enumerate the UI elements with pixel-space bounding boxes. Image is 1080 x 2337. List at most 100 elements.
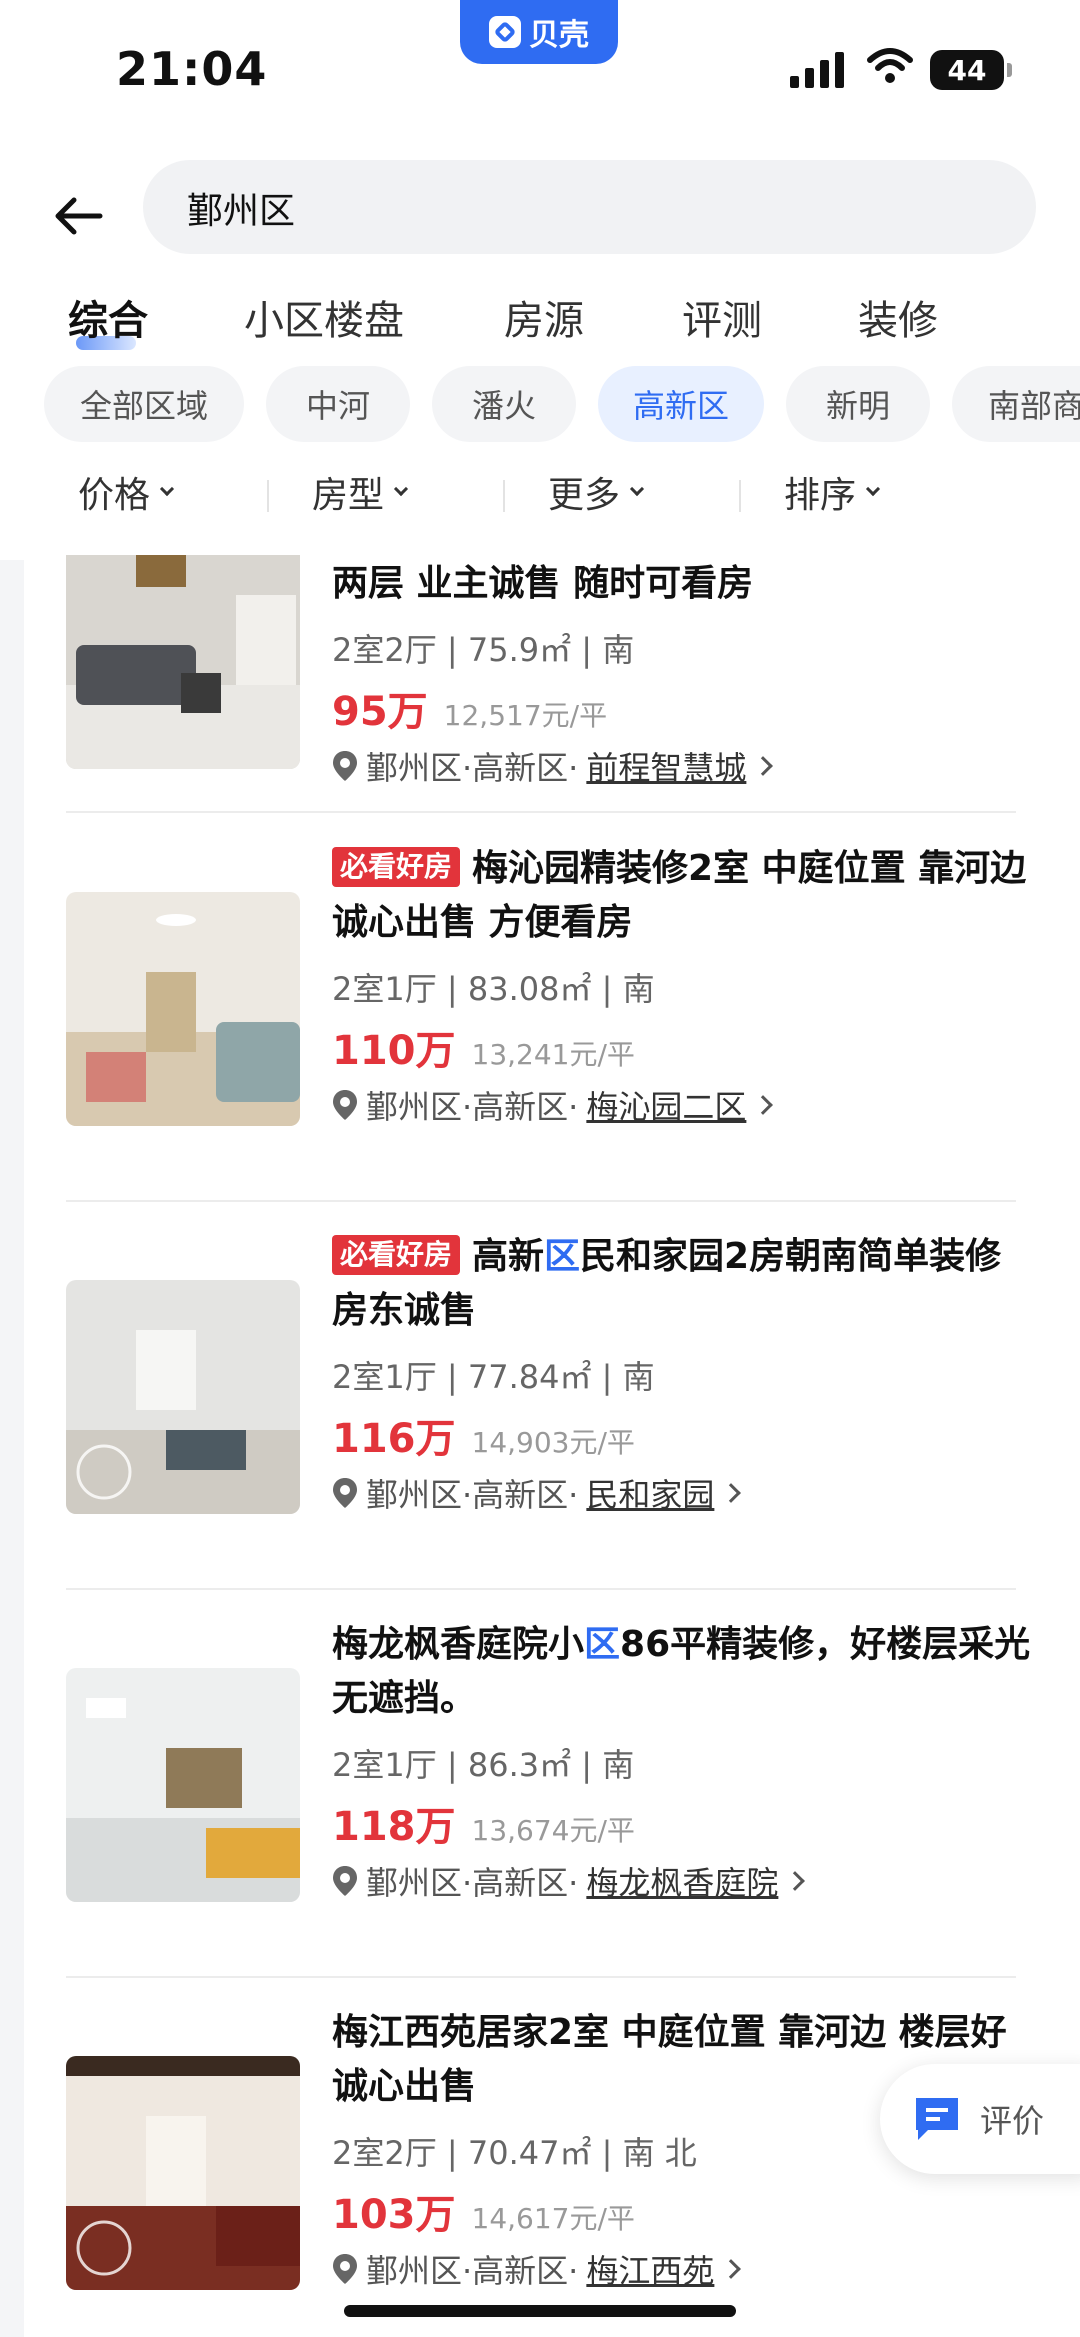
- chevron-down-icon: [629, 481, 645, 497]
- app-return-pill[interactable]: 贝壳: [460, 0, 618, 64]
- listing-total-price: 116万: [332, 1416, 456, 1462]
- filter-layout-label: 房型: [312, 475, 385, 516]
- listing-title: 必看好房 梅沁园精装修2室 中庭位置 靠河边 诚心出售 方便看房: [332, 842, 1032, 950]
- filter-more[interactable]: 更多: [548, 466, 645, 518]
- evaluate-label: 评价: [980, 2102, 1045, 2140]
- listing-unit-price: 12,517元/平: [443, 699, 608, 732]
- chip-zhonghe[interactable]: 中河: [266, 366, 410, 442]
- divider: [267, 480, 269, 512]
- listing-meta: 2室1厅 | 86.3㎡ | 南: [332, 1746, 635, 1784]
- search-query: 鄞州区: [187, 191, 296, 232]
- filter-price-label: 价格: [78, 475, 151, 516]
- divider: [66, 1976, 1016, 1978]
- comment-icon: [916, 2098, 958, 2140]
- search-input[interactable]: 鄞州区: [143, 160, 1036, 254]
- listing-location: 鄞州区·高新区· 梅江西苑: [332, 2246, 742, 2292]
- listing-item[interactable]: 必看好房 梅沁园精装修2室 中庭位置 靠河边 诚心出售 方便看房 2室1厅 | 8…: [24, 842, 1080, 1230]
- filter-bar: 价格 房型 更多 排序: [0, 466, 1080, 526]
- chip-south-business[interactable]: 南部商: [952, 366, 1080, 442]
- evaluate-button[interactable]: 评价: [880, 2064, 1080, 2174]
- divider: [66, 1200, 1016, 1202]
- listing-meta: 2室2厅 | 75.9㎡ | 南: [332, 631, 635, 669]
- community-link[interactable]: 梅江西苑: [586, 2246, 714, 2292]
- chevron-right-icon: [785, 1871, 806, 1891]
- living-room-photo-icon: [66, 2056, 300, 2290]
- listing-district: 鄞州区·高新区·: [366, 1864, 579, 1902]
- back-arrow-icon[interactable]: [48, 186, 108, 246]
- listing-district: 鄞州区·高新区·: [366, 1476, 579, 1514]
- app-name: 贝壳: [529, 18, 589, 53]
- listing-district: 鄞州区·高新区·: [366, 2252, 579, 2290]
- listing-district: 鄞州区·高新区·: [366, 1088, 579, 1126]
- listing-meta: 2室1厅 | 83.08㎡ | 南: [332, 970, 655, 1008]
- must-see-badge: 必看好房: [332, 1235, 461, 1275]
- listing-location: 鄞州区·高新区· 民和家园: [332, 1470, 742, 1516]
- chevron-down-icon: [865, 481, 881, 497]
- tab-comprehensive[interactable]: 综合: [68, 288, 148, 346]
- filter-sort[interactable]: 排序: [784, 466, 881, 518]
- listing-title: 梅龙枫香庭院小区86平精装修，好楼层采光无遮挡。: [332, 1618, 1032, 1726]
- area-chips: 全部区域 中河 潘火 高新区 新明 南部商: [0, 366, 1080, 442]
- listing-unit-price: 13,241元/平: [471, 1038, 635, 1071]
- listing-title-text: 梅龙枫香庭院小: [332, 1624, 585, 1665]
- status-bar: 21:04 贝壳 44: [0, 0, 1080, 150]
- listing-photo: [66, 2056, 300, 2290]
- listing-unit-price: 14,617元/平: [471, 2202, 635, 2235]
- tab-communities[interactable]: 小区楼盘: [244, 288, 404, 346]
- living-room-photo-icon: [66, 555, 300, 769]
- listing-location: 鄞州区·高新区· 梅龙枫香庭院: [332, 1858, 806, 1904]
- filter-layout[interactable]: 房型: [312, 466, 409, 518]
- chevron-down-icon: [159, 481, 175, 497]
- status-time: 21:04: [116, 42, 268, 96]
- listing-title-text: 两层 业主诚售 随时可看房: [332, 563, 754, 604]
- chip-gaoxin[interactable]: 高新区: [598, 366, 764, 442]
- divider: [66, 1588, 1016, 1590]
- community-link[interactable]: 梅沁园二区: [586, 1082, 746, 1128]
- cellular-signal-icon: [790, 50, 844, 88]
- battery-icon: 44: [930, 50, 1012, 90]
- living-room-photo-icon: [66, 892, 300, 1126]
- tab-decoration[interactable]: 装修: [858, 288, 938, 346]
- filter-sort-label: 排序: [784, 475, 857, 516]
- listing-total-price: 103万: [332, 2192, 456, 2238]
- listing-meta: 2室1厅 | 77.84㎡ | 南: [332, 1358, 655, 1396]
- chip-all-areas[interactable]: 全部区域: [44, 366, 244, 442]
- listing-title-text: 高新: [472, 1236, 545, 1277]
- listing-total-price: 118万: [332, 1804, 456, 1850]
- listing-unit-price: 14,903元/平: [471, 1426, 635, 1459]
- listing-total-price: 110万: [332, 1028, 456, 1074]
- chevron-down-icon: [393, 481, 409, 497]
- chevron-right-icon: [753, 756, 774, 776]
- listing-meta: 2室2厅 | 70.47㎡ | 南 北: [332, 2134, 697, 2172]
- community-link[interactable]: 梅龙枫香庭院: [586, 1858, 778, 1904]
- location-pin-icon: [333, 2254, 357, 2284]
- chevron-right-icon: [721, 1483, 742, 1503]
- community-link[interactable]: 前程智慧城: [586, 743, 746, 789]
- search-header: 鄞州区 综合 小区楼盘 房源 评测 装修 全部区域 中河 潘火 高新区 新明 南…: [0, 150, 1080, 560]
- divider: [503, 480, 505, 512]
- home-indicator[interactable]: [344, 2305, 736, 2317]
- listing-price-row: 95万 12,517元/平: [332, 679, 607, 737]
- listing-photo: [66, 555, 300, 769]
- beike-logo-icon: [489, 16, 521, 48]
- listing-price-row: 103万 14,617元/平: [332, 2182, 635, 2240]
- listing-location: 鄞州区·高新区· 梅沁园二区: [332, 1082, 774, 1128]
- chip-xinming[interactable]: 新明: [786, 366, 930, 442]
- listing-unit-price: 13,674元/平: [471, 1814, 635, 1847]
- listing-photo: [66, 1668, 300, 1902]
- dining-room-photo-icon: [66, 1668, 300, 1902]
- community-link[interactable]: 民和家园: [586, 1470, 714, 1516]
- listing-item[interactable]: 梅龙枫香庭院小区86平精装修，好楼层采光无遮挡。 2室1厅 | 86.3㎡ | …: [24, 1618, 1080, 2006]
- divider: [739, 480, 741, 512]
- listing-item[interactable]: 必看好房 高新区民和家园2房朝南简单装修房东诚售 2室1厅 | 77.84㎡ | …: [24, 1230, 1080, 1618]
- filter-price[interactable]: 价格: [78, 466, 175, 518]
- title-highlight: 区: [544, 1236, 581, 1277]
- tab-listings[interactable]: 房源: [504, 288, 584, 346]
- divider: [66, 811, 1016, 813]
- chip-panhuo[interactable]: 潘火: [432, 366, 576, 442]
- listing-photo: [66, 892, 300, 1126]
- tab-reviews[interactable]: 评测: [682, 288, 762, 346]
- empty-room-photo-icon: [66, 1280, 300, 1514]
- chevron-right-icon: [753, 1095, 774, 1115]
- listing-location: 鄞州区·高新区· 前程智慧城: [332, 743, 774, 789]
